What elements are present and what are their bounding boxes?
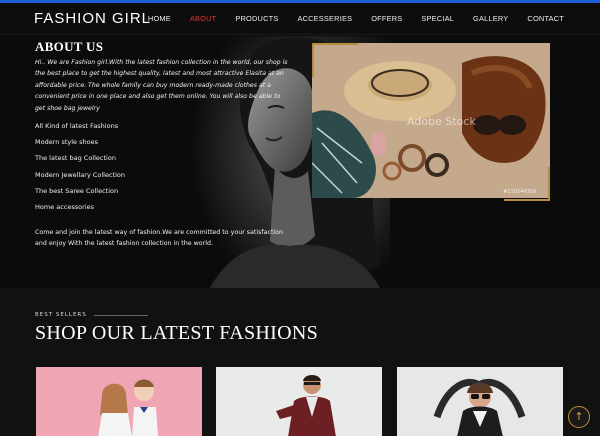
list-item: Modern style shoes (35, 138, 98, 147)
nav-contact[interactable]: CONTACT (527, 14, 564, 23)
product-card[interactable] (397, 367, 563, 436)
frame-corner (504, 199, 550, 201)
nav-products[interactable]: PRODUCTS (235, 14, 278, 23)
list-item: The latest bag Collection (35, 154, 116, 163)
nav-about[interactable]: ABOUT (190, 14, 216, 23)
nav-special[interactable]: SPECIAL (421, 14, 454, 23)
frame-corner (312, 43, 358, 45)
main-nav: HOME ABOUT PRODUCTS ACCESSERIES OFFERS S… (129, 14, 564, 23)
photo-watermark: Adobe Stock (407, 115, 476, 128)
list-item: Modern Jewellary Collection (35, 170, 126, 179)
nav-accesseries[interactable]: ACCESSERIES (297, 14, 352, 23)
frame-corner (548, 167, 550, 201)
best-sellers-eyebrow: BEST SELLERS (35, 312, 87, 318)
nav-gallery[interactable]: GALLERY (473, 14, 508, 23)
product-image-menswear (216, 367, 382, 436)
nav-offers[interactable]: OFFERS (371, 14, 402, 23)
arrow-up-icon[interactable]: ↑ (568, 406, 590, 428)
eyebrow-divider (94, 315, 148, 316)
best-sellers-section: BEST SELLERS SHOP OUR LATEST FASHIONS (0, 288, 600, 436)
accessories-photo: Adobe Stock (312, 43, 550, 198)
about-feature-list: All Kind of latest Fashions Modern style… (35, 122, 125, 219)
product-image-kids (36, 367, 202, 436)
list-item: Home accessories (35, 202, 95, 211)
list-item: All Kind of latest Fashions (35, 122, 119, 130)
photo-id: #110244359 (503, 189, 536, 195)
best-sellers-title: SHOP OUR LATEST FASHIONS (35, 322, 318, 344)
product-card[interactable] (216, 367, 382, 436)
accessories-photo-frame: Adobe Stock #110244359 (312, 43, 550, 201)
list-item: The best Saree Collection (35, 186, 119, 195)
about-title: ABOUT US (35, 39, 104, 54)
site-header: FASHION GIRL HOME ABOUT PRODUCTS ACCESSE… (0, 3, 600, 35)
product-card[interactable] (36, 367, 202, 436)
frame-corner (312, 43, 314, 77)
nav-home[interactable]: HOME (148, 14, 171, 23)
about-footer-text: Come and join the latest way of fashion.… (35, 229, 284, 248)
product-image-womenswear (397, 367, 563, 436)
about-section: ABOUT US Hi.. We are Fashion girl.With t… (0, 36, 600, 288)
about-intro: Hi.. We are Fashion girl.With the latest… (35, 59, 288, 112)
